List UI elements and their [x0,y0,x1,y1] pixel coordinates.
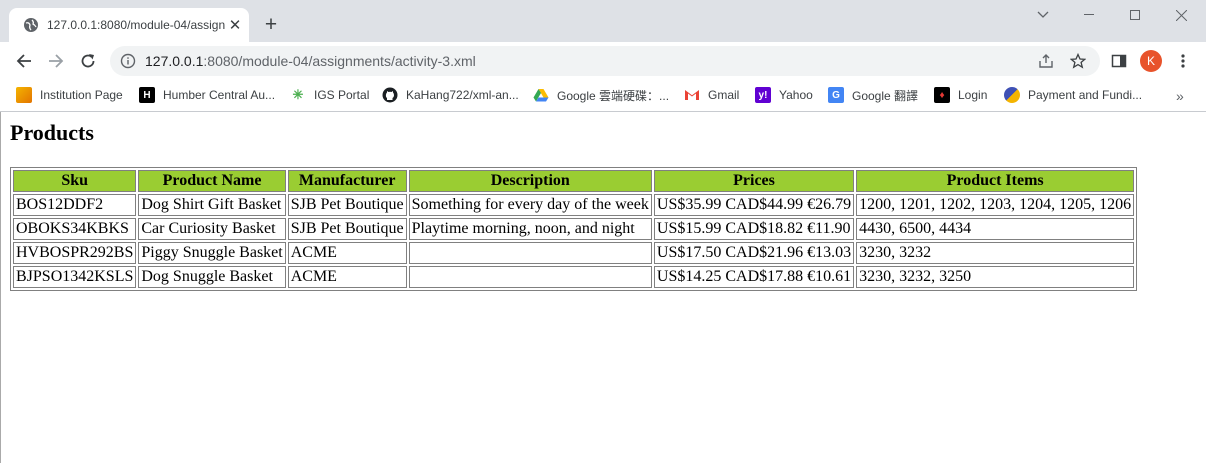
bookmarks-overflow-icon[interactable]: » [1176,88,1184,104]
minimize-button[interactable] [1066,6,1112,24]
bookmark-google-translate[interactable]: G Google 翻譯 [828,85,918,105]
column-header: Product Items [856,170,1135,192]
google-drive-icon [533,87,549,103]
bookmark-label: Yahoo [779,88,813,102]
back-button[interactable] [12,49,36,73]
product-name-cell: Dog Snuggle Basket [138,266,286,288]
bookmark-label: Payment and Fundi... [1028,88,1143,102]
sku-cell: OBOKS34KBKS [13,218,137,240]
bookmark-login[interactable]: ♦ Login [934,85,987,105]
bookmark-label: Institution Page [40,88,123,102]
product-items-cell: 1200, 1201, 1202, 1203, 1204, 1205, 1206 [856,194,1135,216]
table-row: HVBOSPR292BS Piggy Snuggle Basket ACME U… [13,242,1135,264]
page-content: Products Sku Product Name Manufacturer D… [0,112,1206,463]
manufacturer-cell: ACME [287,266,407,288]
globe-icon [23,17,39,33]
product-name-cell: Piggy Snuggle Basket [138,242,286,264]
description-cell: Something for every day of the week [408,194,652,216]
bookmark-payment[interactable]: Payment and Fundi... [1004,85,1142,105]
login-icon: ♦ [934,87,950,103]
tab-title: 127.0.0.1:8080/module-04/assignments/act… [47,18,225,32]
url-path: :8080/module-04/assignments/activity-3.x… [203,53,476,69]
products-table: Sku Product Name Manufacturer Descriptio… [10,167,1138,291]
prices-cell: US$35.99 CAD$44.99 €26.79 [653,194,855,216]
active-tab[interactable]: 127.0.0.1:8080/module-04/assignments/act… [9,8,249,42]
prices-cell: US$17.50 CAD$21.96 €13.03 [653,242,855,264]
bookmark-gmail[interactable]: Gmail [684,85,739,105]
url-text[interactable]: 127.0.0.1:8080/module-04/assignments/act… [145,53,476,69]
reload-icon [81,54,95,68]
url-host: 127.0.0.1 [145,53,204,69]
tab-strip: 127.0.0.1:8080/module-04/assignments/act… [0,0,1206,42]
bookmark-google-drive[interactable]: Google 雲端硬碟：... [533,85,669,105]
bookmark-label: Login [958,88,988,102]
manufacturer-cell: SJB Pet Boutique [287,194,407,216]
tab-close-icon[interactable]: ✕ [227,17,243,34]
institution-icon [16,87,32,103]
maximize-button[interactable] [1112,6,1158,24]
sku-cell: BOS12DDF2 [13,194,137,216]
column-header: Prices [653,170,855,192]
bookmarks-bar: Institution Page H Humber Central Au... … [0,80,1206,111]
share-icon[interactable] [1038,53,1054,69]
column-header: Description [408,170,652,192]
bookmark-label: Gmail [708,88,740,102]
browser-chrome: 127.0.0.1:8080/module-04/assignments/act… [0,0,1206,112]
bookmark-humber[interactable]: H Humber Central Au... [139,85,275,105]
product-items-cell: 4430, 6500, 4434 [856,218,1135,240]
manufacturer-cell: SJB Pet Boutique [287,218,407,240]
product-name-cell: Car Curiosity Basket [138,218,286,240]
description-cell [408,266,652,288]
reload-button[interactable] [76,49,100,73]
new-tab-button[interactable]: + [260,13,282,36]
product-items-cell: 3230, 3232, 3250 [856,266,1135,288]
yahoo-icon: y! [755,87,771,103]
google-translate-icon: G [828,87,844,103]
close-window-button[interactable] [1158,6,1204,24]
profile-avatar[interactable]: K [1140,50,1162,72]
bookmark-igs-portal[interactable]: ✳ IGS Portal [290,85,370,105]
toolbar: 127.0.0.1:8080/module-04/assignments/act… [0,42,1206,80]
product-items-cell: 3230, 3232 [856,242,1135,264]
description-cell [408,242,652,264]
table-row: BOS12DDF2 Dog Shirt Gift Basket SJB Pet … [13,194,1135,216]
table-row: OBOKS34KBKS Car Curiosity Basket SJB Pet… [13,218,1135,240]
page-heading: Products [10,120,94,145]
product-name-cell: Dog Shirt Gift Basket [138,194,286,216]
forward-button[interactable] [44,49,68,73]
bookmark-label: IGS Portal [314,88,370,102]
description-cell: Playtime morning, noon, and night [408,218,652,240]
column-header: Product Name [138,170,286,192]
column-header: Manufacturer [287,170,407,192]
payment-icon [1004,87,1020,103]
igs-icon: ✳ [292,87,304,102]
bookmark-label: Google 翻譯 [852,88,919,103]
info-icon[interactable] [120,53,136,69]
address-bar[interactable]: 127.0.0.1:8080/module-04/assignments/act… [110,46,1100,76]
bookmark-github[interactable]: KaHang722/xml-an... [382,85,519,105]
table-row: BJPSO1342KSLS Dog Snuggle Basket ACME US… [13,266,1135,288]
prices-cell: US$14.25 CAD$17.88 €10.61 [653,266,855,288]
table-header-row: Sku Product Name Manufacturer Descriptio… [13,170,1135,192]
star-icon[interactable] [1070,53,1086,69]
arrow-left-icon [16,54,31,68]
bookmark-label: Google 雲端硬碟：... [557,88,670,103]
prices-cell: US$15.99 CAD$18.82 €11.90 [653,218,855,240]
github-icon [382,87,398,103]
side-panel-icon[interactable] [1107,49,1131,73]
sku-cell: HVBOSPR292BS [13,242,137,264]
bookmark-yahoo[interactable]: y! Yahoo [755,85,813,105]
column-header: Sku [13,170,137,192]
humber-icon: H [139,87,155,103]
manufacturer-cell: ACME [287,242,407,264]
gmail-icon [684,87,700,103]
bookmark-institution-page[interactable]: Institution Page [16,85,123,105]
bookmark-label: Humber Central Au... [163,88,276,102]
arrow-right-icon [49,54,64,68]
bookmark-label: KaHang722/xml-an... [406,88,519,102]
sku-cell: BJPSO1342KSLS [13,266,137,288]
kebab-menu-icon[interactable] [1171,49,1195,73]
tab-search-icon[interactable] [1020,6,1066,24]
